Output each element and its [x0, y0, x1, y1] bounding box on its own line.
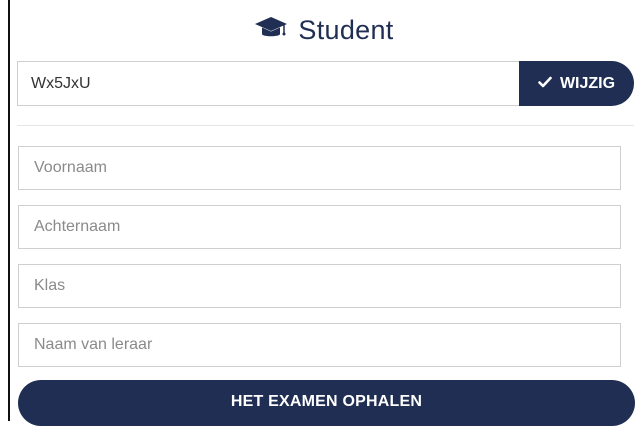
fetch-exam-label: HET EXAMEN OPHALEN — [230, 393, 423, 410]
graduation-cap-icon — [254, 15, 298, 46]
exam-code-row: WIJZIG — [17, 61, 634, 106]
first-name-field[interactable] — [18, 146, 621, 190]
change-code-button[interactable]: WIJZIG — [519, 61, 634, 106]
last-name-field[interactable] — [18, 205, 621, 249]
panel-header: Student — [10, 10, 638, 50]
class-field[interactable] — [18, 264, 621, 308]
teacher-name-field[interactable] — [18, 323, 621, 367]
check-icon — [538, 75, 552, 93]
student-panel: Student WIJZIG HET EXAMEN OPHALEN — [8, 0, 638, 426]
exam-code-input[interactable] — [17, 61, 519, 106]
page-title: Student — [298, 14, 394, 45]
fetch-exam-button[interactable]: HET EXAMEN OPHALEN — [18, 380, 635, 426]
change-button-label: WIJZIG — [559, 74, 616, 92]
divider — [17, 125, 634, 126]
